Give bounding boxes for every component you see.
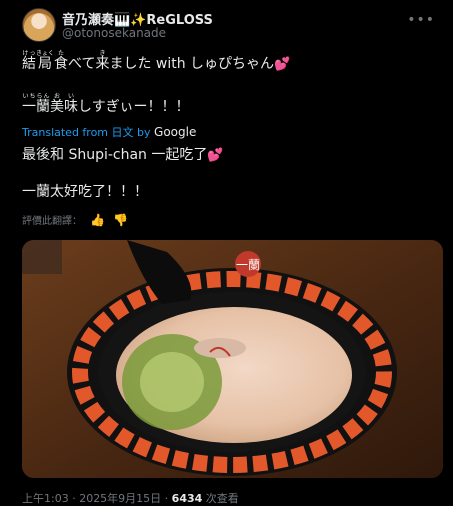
cup [22, 240, 62, 274]
ruby-word: 局きょく [36, 50, 55, 72]
ruby-word: 美お [50, 93, 64, 115]
post-header: 音乃瀬奏🎹✨ReGLOSS @otonosekanade ••• [22, 8, 443, 44]
views-label: 次查看 [202, 492, 239, 505]
rate-label: 評價此翻譯： [22, 216, 82, 227]
thumbs-up-icon[interactable]: 👍 [90, 213, 105, 227]
post-meta: 上午1:03 · 2025年9月15日 · 6434 次查看 [22, 490, 239, 506]
ruby-word: 結けっ [22, 50, 36, 72]
ruby-word: 来き [95, 50, 110, 72]
more-options-icon[interactable]: ••• [407, 12, 435, 28]
thumbs-down-icon[interactable]: 👎 [113, 213, 128, 227]
user-handle[interactable]: @otonosekanade [62, 26, 166, 40]
ramen-photo: 一蘭 [22, 240, 443, 478]
translated-from-label[interactable]: Translated from 日文 by [22, 126, 151, 139]
ruby-word: 食た [54, 50, 68, 72]
google-logo: Google [154, 125, 197, 139]
ruby-word: 蘭らん [36, 93, 50, 115]
ruby-word: 一いち [22, 93, 36, 115]
view-count: 6434 [171, 492, 203, 505]
translated-line2: 一蘭太好吃了！！！ [22, 184, 148, 200]
post-image[interactable]: 一蘭 [22, 240, 443, 478]
rate-translation: 評價此翻譯： 👍 👎 [22, 212, 128, 228]
avatar[interactable] [22, 8, 56, 42]
translated-line1: 最後和 Shupi-chan 一起吃了💕 [22, 147, 224, 163]
post-text-line2: 一いち蘭らん美お味いしすぎぃー！！！ [22, 93, 190, 115]
timestamp[interactable]: 上午1:03 · 2025年9月15日 · [22, 492, 172, 505]
ruby-word: 味い [64, 93, 78, 115]
post-text-line1: 結けっ局きょく食たべて来きました with しゅぴちゃん💕 [22, 50, 291, 72]
heart-emoji: 💕 [274, 57, 291, 72]
ichiran-logo-text: 一蘭 [236, 258, 260, 272]
translation-attribution[interactable]: Translated from 日文 by Google [22, 124, 196, 140]
heart-emoji: 💕 [207, 148, 224, 163]
